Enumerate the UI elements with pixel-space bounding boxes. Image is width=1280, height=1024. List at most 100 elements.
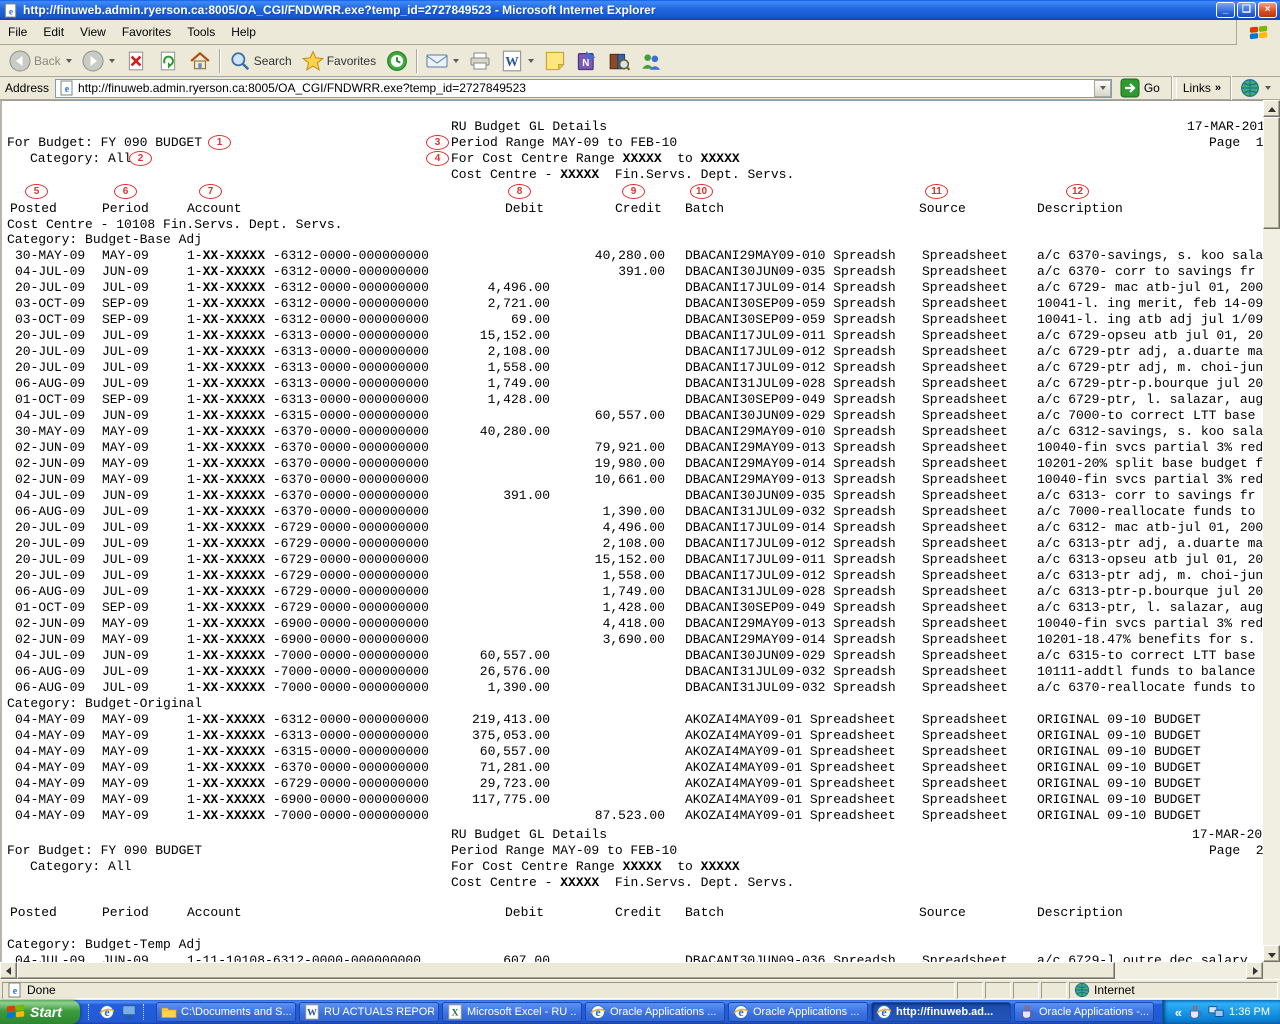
refresh-button[interactable] [152, 47, 184, 75]
menu-favorites[interactable]: Favorites [114, 22, 179, 42]
cell-posted: 02-JUN-09 [15, 440, 85, 455]
clock: 1:36 PM [1229, 1006, 1270, 1018]
cell-period: JUL-09 [102, 552, 149, 567]
mail-button[interactable] [421, 47, 464, 75]
taskbar-button[interactable]: Oracle Applications ... [728, 1002, 868, 1022]
minimize-button[interactable]: _ [1216, 2, 1235, 18]
taskbar-button[interactable]: http://finuweb.ad... [871, 1002, 1011, 1022]
menu-edit[interactable]: Edit [35, 22, 72, 42]
address-input[interactable]: http://finuweb.admin.ryerson.ca:8005/OA_… [55, 79, 1112, 98]
print-button[interactable] [464, 47, 496, 75]
tray-chevron-icon[interactable]: « [1175, 1005, 1182, 1020]
forward-button[interactable] [77, 47, 120, 75]
cell-source: Spreadsheet [922, 712, 1008, 727]
cell-description: 10111-addtl funds to balance [1037, 664, 1255, 679]
home-button[interactable] [184, 47, 216, 75]
report-row: 02-JUN-09MAY-091-XX-XXXXX -6370-0000-000… [2, 472, 1263, 488]
discuss-note-button[interactable] [539, 47, 571, 75]
network-tray-icon[interactable] [1208, 1004, 1224, 1020]
cell-description: ORIGINAL 09-10 BUDGET [1037, 744, 1201, 759]
go-button[interactable]: Go [1112, 78, 1168, 99]
marker-8: 8 [508, 184, 531, 199]
research-button[interactable] [603, 47, 635, 75]
mail-dropdown-icon[interactable] [453, 59, 459, 63]
browser-extension-button[interactable] [1235, 74, 1276, 102]
forward-dropdown-icon[interactable] [109, 59, 115, 63]
history-button[interactable] [381, 47, 413, 75]
taskbar-button[interactable]: RU ACTUALS REPOR... [299, 1002, 439, 1022]
scroll-left-button[interactable] [0, 962, 17, 979]
links-bar[interactable]: Links » [1176, 78, 1227, 99]
cell-debit: 71,281.00 [422, 760, 550, 775]
messenger-button[interactable] [635, 47, 667, 75]
cell-source: Spreadsheet [922, 632, 1008, 647]
stop-button[interactable] [120, 47, 152, 75]
cell-description: a/c 6729-opseu atb jul 01, 20 [1037, 328, 1263, 343]
extension-dropdown-icon[interactable] [1265, 86, 1271, 90]
links-chevron-icon[interactable]: » [1215, 82, 1221, 94]
marker-11: 11 [925, 184, 948, 199]
close-button[interactable]: × [1258, 2, 1277, 18]
report-row: 04-JUL-09JUN-091-XX-XXXXX -6315-0000-000… [2, 408, 1263, 424]
send-to-onenote-button[interactable] [571, 47, 603, 75]
cell-period: JUL-09 [102, 504, 149, 519]
cell-source: Spreadsheet [922, 552, 1008, 567]
address-dropdown-button[interactable] [1094, 80, 1111, 97]
back-dropdown-icon[interactable] [66, 59, 72, 63]
taskbar-button[interactable]: Microsoft Excel - RU ... [442, 1002, 582, 1022]
cell-account: 1-XX-XXXXX -6370-0000-000000000 [187, 424, 429, 439]
scroll-up-button[interactable] [1263, 100, 1280, 117]
report-row: 06-AUG-09JUL-091-XX-XXXXX -6370-0000-000… [2, 504, 1263, 520]
taskbar-button[interactable]: Oracle Applications -... [1014, 1002, 1154, 1022]
taskbar-button-label: Oracle Applications ... [610, 1006, 716, 1018]
vertical-scroll-thumb[interactable] [1263, 117, 1280, 229]
cost-centre-detail: Cost Centre - 10108 Fin.Servs. Dept. Ser… [7, 217, 342, 232]
menu-tools[interactable]: Tools [179, 22, 223, 42]
cell-debit: 391.00 [422, 488, 550, 503]
cell-source: Spreadsheet [922, 808, 1008, 823]
cell-posted: 06-AUG-09 [15, 504, 85, 519]
cell-posted: 06-AUG-09 [15, 664, 85, 679]
cell-debit: 1,390.00 [422, 680, 550, 695]
back-button[interactable]: Back [4, 47, 77, 75]
report-row: 04-JUL-09JUN-091-XX-XXXXX -6312-0000-000… [2, 264, 1263, 280]
favorites-star-icon [302, 50, 324, 72]
cell-account: 1-XX-XXXXX -6370-0000-000000000 [187, 488, 429, 503]
page-number: Page 1 [1209, 135, 1263, 150]
report-row: 02-JUN-09MAY-091-XX-XXXXX -6370-0000-000… [2, 440, 1263, 456]
horizontal-scrollbar[interactable] [0, 962, 1263, 979]
java-tray-icon[interactable] [1187, 1004, 1203, 1020]
scroll-down-button[interactable] [1263, 945, 1280, 962]
horizontal-scroll-thumb[interactable] [17, 962, 1115, 979]
taskbar-button[interactable]: C:\Documents and S... [156, 1002, 296, 1022]
edit-with-word-button[interactable] [496, 47, 539, 75]
report-rows-page2: Category: Budget-Temp Adj04-JUL-09JUN-09… [2, 937, 1263, 962]
cell-period: MAY-09 [102, 472, 149, 487]
ie-quicklaunch-icon[interactable] [99, 1004, 115, 1020]
menu-help[interactable]: Help [223, 22, 264, 42]
vertical-scrollbar[interactable] [1263, 100, 1280, 962]
cell-period: JUN-09 [102, 488, 149, 503]
menu-file[interactable]: File [0, 22, 35, 42]
edit-dropdown-icon[interactable] [528, 59, 534, 63]
cell-source: Spreadsheet [922, 680, 1008, 695]
category-label: Category: Budget-Temp Adj [7, 937, 202, 952]
search-button[interactable]: Search [224, 47, 297, 75]
restore-button[interactable]: ❏ [1237, 2, 1256, 18]
marker-7: 7 [199, 184, 222, 199]
taskbar-button-label: Oracle Applications ... [753, 1006, 859, 1018]
cell-description: a/c 6313- corr to savings fr [1037, 488, 1255, 503]
menu-view[interactable]: View [72, 22, 114, 42]
report-row: 04-MAY-09MAY-091-XX-XXXXX -6900-0000-000… [2, 792, 1263, 808]
report-row: 20-JUL-09JUL-091-XX-XXXXX -6312-0000-000… [2, 280, 1263, 296]
cell-posted: 04-JUL-09 [15, 264, 85, 279]
favorites-button[interactable]: Favorites [297, 47, 381, 75]
cell-posted: 04-JUL-09 [15, 408, 85, 423]
quick-launch-grip[interactable] [143, 1004, 146, 1020]
scroll-right-button[interactable] [1246, 962, 1263, 979]
quick-launch-grip[interactable] [88, 1004, 91, 1020]
cell-period: JUL-09 [102, 344, 149, 359]
start-button[interactable]: Start [0, 1000, 80, 1024]
taskbar-button[interactable]: Oracle Applications ... [585, 1002, 725, 1022]
show-desktop-icon[interactable] [121, 1004, 137, 1020]
